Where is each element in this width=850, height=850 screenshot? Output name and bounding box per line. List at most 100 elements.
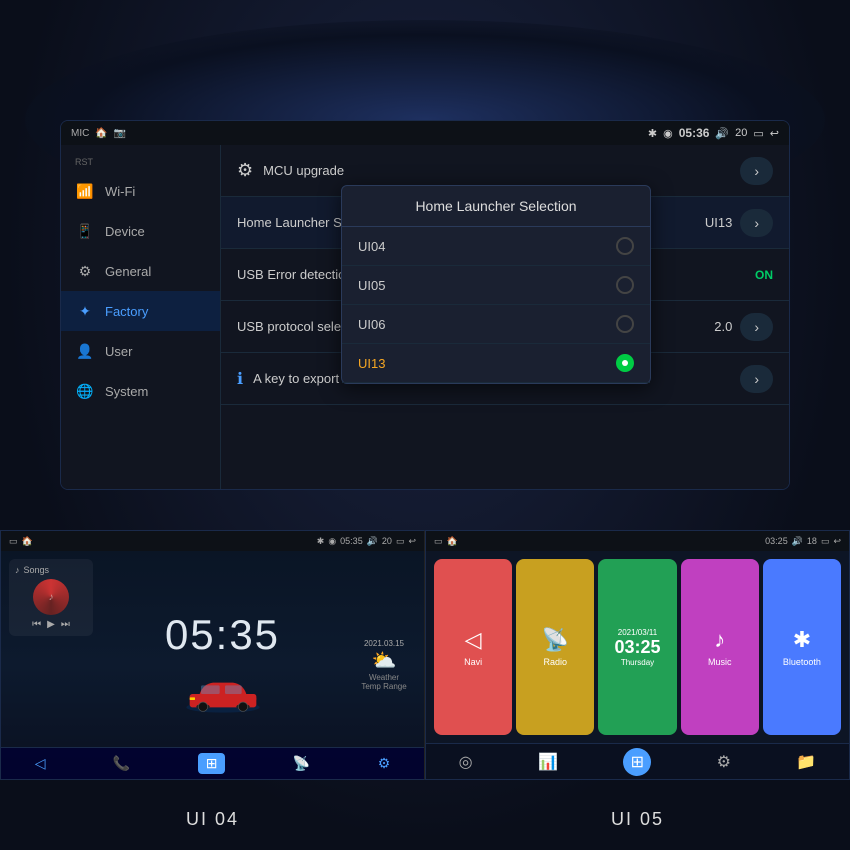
status-time: 05:36	[679, 126, 710, 140]
navi-tile[interactable]: ◁ Navi	[434, 559, 512, 735]
volume-icon: 🔊	[715, 127, 729, 140]
ui05-time: 03:25	[765, 536, 788, 546]
ui04-wifi-icon: ◉	[328, 536, 336, 547]
music-controls: ⏮ ▶ ⏭	[15, 619, 87, 630]
sidebar-item-user[interactable]: 👤 User	[61, 331, 220, 371]
music-widget: ♪ Songs ♪ ⏮ ▶ ⏭	[9, 559, 93, 636]
bluetooth-icon: ✱	[793, 627, 811, 653]
launcher-value: UI13	[705, 215, 732, 230]
wifi-status-icon: ◉	[663, 127, 673, 140]
export-left: ℹ A key to export	[237, 369, 339, 389]
weather-widget: 2021.03.15 ⛅ Weather Temp Range	[361, 639, 406, 691]
ui04-nav-phone[interactable]: 📞	[113, 755, 130, 772]
ui04-vol-icon: 🔊	[367, 536, 378, 547]
mcu-label: MCU upgrade	[263, 163, 344, 178]
prev-icon[interactable]: ⏮	[32, 619, 41, 630]
ui05-folder-icon[interactable]: 📁	[796, 752, 816, 772]
factory-icon: ✦	[75, 301, 95, 321]
weather-icon: ⛅	[361, 648, 406, 673]
ui05-settings-circle[interactable]: ◎	[459, 752, 473, 772]
launcher-chevron[interactable]: ›	[740, 209, 773, 237]
dropdown-ui06[interactable]: UI06	[342, 305, 650, 344]
dropdown-ui05[interactable]: UI05	[342, 266, 650, 305]
bluetooth-status-icon: ✱	[648, 127, 657, 140]
ui05-label: UI 05	[425, 809, 850, 830]
sidebar-system-label: System	[105, 384, 148, 399]
car-svg	[183, 669, 263, 719]
mcu-left: ⚙ MCU upgrade	[237, 160, 344, 181]
ui05-radio[interactable]	[616, 276, 634, 294]
bluetooth-tile[interactable]: ✱ Bluetooth	[763, 559, 841, 735]
ui05-gear-icon[interactable]: ⚙	[717, 752, 731, 772]
album-art: ♪	[33, 579, 69, 615]
ui05-home-icon: 🏠	[447, 536, 458, 547]
radio-tile[interactable]: 📡 Radio	[516, 559, 594, 735]
ui04-back-icon[interactable]: ↩	[408, 536, 416, 547]
usb-error-left: USB Error detection	[237, 267, 353, 282]
ui05-battery-icon: ▭	[434, 536, 443, 547]
ui04-option-label: UI04	[358, 239, 385, 254]
ui04-status-right: ✱ ◉ 05:35 🔊 20 ▭ ↩	[317, 536, 416, 547]
ui05-status-left: ▭ 🏠	[434, 536, 458, 547]
ui04-battery-icon: ▭	[9, 536, 18, 547]
ui05-back-icon[interactable]: ↩	[833, 536, 841, 547]
usb-protocol-chevron[interactable]: ›	[740, 313, 773, 341]
export-label: A key to export	[253, 371, 339, 386]
sidebar: RST 📶 Wi-Fi 📱 Device ⚙ General ✦ Factory…	[61, 145, 221, 489]
ui04-nav-antenna[interactable]: 📡	[293, 755, 310, 772]
main-content: ⚙ MCU upgrade › Home Launcher Select... …	[221, 145, 789, 489]
dropdown-ui13[interactable]: UI13	[342, 344, 650, 383]
ui04-radio[interactable]	[616, 237, 634, 255]
dropdown-title: Home Launcher Selection	[342, 186, 650, 227]
mcu-chevron[interactable]: ›	[740, 157, 773, 185]
dropdown-ui04[interactable]: UI04	[342, 227, 650, 266]
clock-tile[interactable]: 2021/03/11 03:25 Thursday	[598, 559, 676, 735]
ui04-music-panel: ♪ Songs ♪ ⏮ ▶ ⏭	[1, 551, 101, 779]
ui05-chart-icon[interactable]: 📊	[538, 752, 558, 772]
user-icon: 👤	[75, 341, 95, 361]
navi-icon: ◁	[465, 627, 482, 653]
ui05-grid-icon[interactable]: ⊞	[623, 748, 651, 776]
camera-icon: 📷	[114, 128, 126, 139]
ui04-nav-bar: ◁ 📞 ⊞ 📡 ⚙	[1, 747, 424, 779]
mcu-icon: ⚙	[237, 160, 253, 181]
music-label: Music	[708, 657, 732, 667]
sidebar-item-wifi[interactable]: 📶 Wi-Fi	[61, 171, 220, 211]
ui06-radio[interactable]	[616, 315, 634, 333]
home-launcher-dialog: Home Launcher Selection UI04 UI05 UI06 U…	[341, 185, 651, 384]
main-screen: MIC 🏠 📷 ✱ ◉ 05:36 🔊 20 ▭ ↩ RST 📶 Wi-Fi �	[60, 120, 790, 490]
weather-label: Weather	[361, 673, 406, 682]
screen-labels: UI 04 UI 05	[0, 809, 850, 830]
sidebar-item-system[interactable]: 🌐 System	[61, 371, 220, 411]
usb-error-toggle[interactable]: ON	[755, 268, 773, 282]
music-tile[interactable]: ♪ Music	[681, 559, 759, 735]
temp-range-label: Temp Range	[361, 682, 406, 691]
ui04-nav-apps[interactable]: ⊞	[198, 753, 226, 774]
sidebar-item-factory[interactable]: ✦ Factory	[61, 291, 220, 331]
ui04-status-left: ▭ 🏠	[9, 536, 33, 547]
status-bar: MIC 🏠 📷 ✱ ◉ 05:36 🔊 20 ▭ ↩	[61, 121, 789, 145]
sidebar-item-general[interactable]: ⚙ General	[61, 251, 220, 291]
info-icon: ℹ	[237, 369, 243, 389]
clock-day: Thursday	[621, 658, 654, 667]
weather-date: 2021.03.15	[361, 639, 406, 648]
ui04-batt-icon: ▭	[396, 536, 405, 547]
music-note-icon: ♪	[15, 565, 20, 575]
sidebar-wifi-label: Wi-Fi	[105, 184, 135, 199]
back-icon[interactable]: ↩	[770, 127, 779, 140]
sidebar-general-label: General	[105, 264, 151, 279]
wifi-icon: 📶	[75, 181, 95, 201]
ui04-home-icon: 🏠	[22, 536, 33, 547]
content-area: RST 📶 Wi-Fi 📱 Device ⚙ General ✦ Factory…	[61, 145, 789, 489]
usb-error-label: USB Error detection	[237, 267, 353, 282]
ui06-option-label: UI06	[358, 317, 385, 332]
songs-label: Songs	[24, 565, 50, 575]
ui04-nav-settings[interactable]: ⚙	[378, 755, 391, 772]
ui04-nav-navigate[interactable]: ◁	[35, 755, 46, 772]
sidebar-item-device[interactable]: 📱 Device	[61, 211, 220, 251]
ui05-status-bar: ▭ 🏠 03:25 🔊 18 ▭ ↩	[426, 531, 849, 551]
export-chevron[interactable]: ›	[740, 365, 773, 393]
play-icon[interactable]: ▶	[47, 619, 55, 630]
ui13-radio[interactable]	[616, 354, 634, 372]
next-icon[interactable]: ⏭	[61, 619, 70, 630]
